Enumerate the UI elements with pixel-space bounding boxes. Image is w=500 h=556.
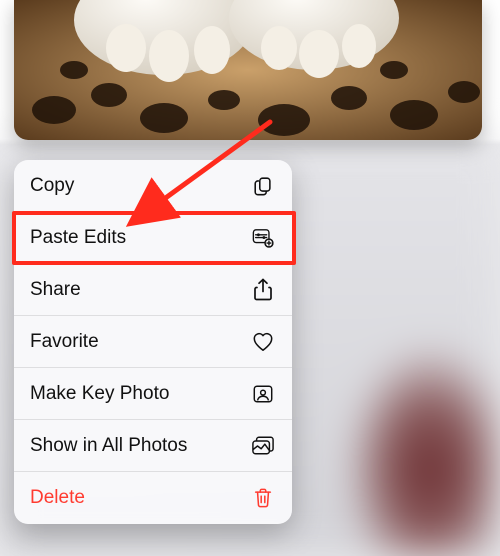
menu-item-label: Paste Edits xyxy=(30,227,250,249)
heart-icon xyxy=(250,329,276,355)
trash-icon xyxy=(250,485,276,511)
menu-item-copy[interactable]: Copy xyxy=(14,160,292,212)
menu-item-label: Make Key Photo xyxy=(30,383,250,405)
menu-item-delete[interactable]: Delete xyxy=(14,472,292,524)
screenshot-stage: Copy Paste Edits xyxy=(0,0,500,556)
menu-item-show-all[interactable]: Show in All Photos xyxy=(14,420,292,472)
menu-item-label: Copy xyxy=(30,175,250,197)
menu-item-key-photo[interactable]: Make Key Photo xyxy=(14,368,292,420)
context-menu: Copy Paste Edits xyxy=(14,160,292,524)
key-photo-icon xyxy=(250,381,276,407)
copy-icon xyxy=(250,173,276,199)
share-icon xyxy=(250,277,276,303)
menu-item-label: Share xyxy=(30,279,250,301)
photo-thumbnail[interactable] xyxy=(14,0,482,140)
menu-item-label: Favorite xyxy=(30,331,250,353)
menu-item-label: Delete xyxy=(30,487,250,509)
paste-edits-icon xyxy=(250,225,276,251)
menu-item-paste-edits[interactable]: Paste Edits xyxy=(14,212,292,264)
photo-thumbnail-svg xyxy=(14,0,482,140)
all-photos-icon xyxy=(250,433,276,459)
menu-item-favorite[interactable]: Favorite xyxy=(14,316,292,368)
menu-item-share[interactable]: Share xyxy=(14,264,292,316)
menu-item-label: Show in All Photos xyxy=(30,435,250,457)
